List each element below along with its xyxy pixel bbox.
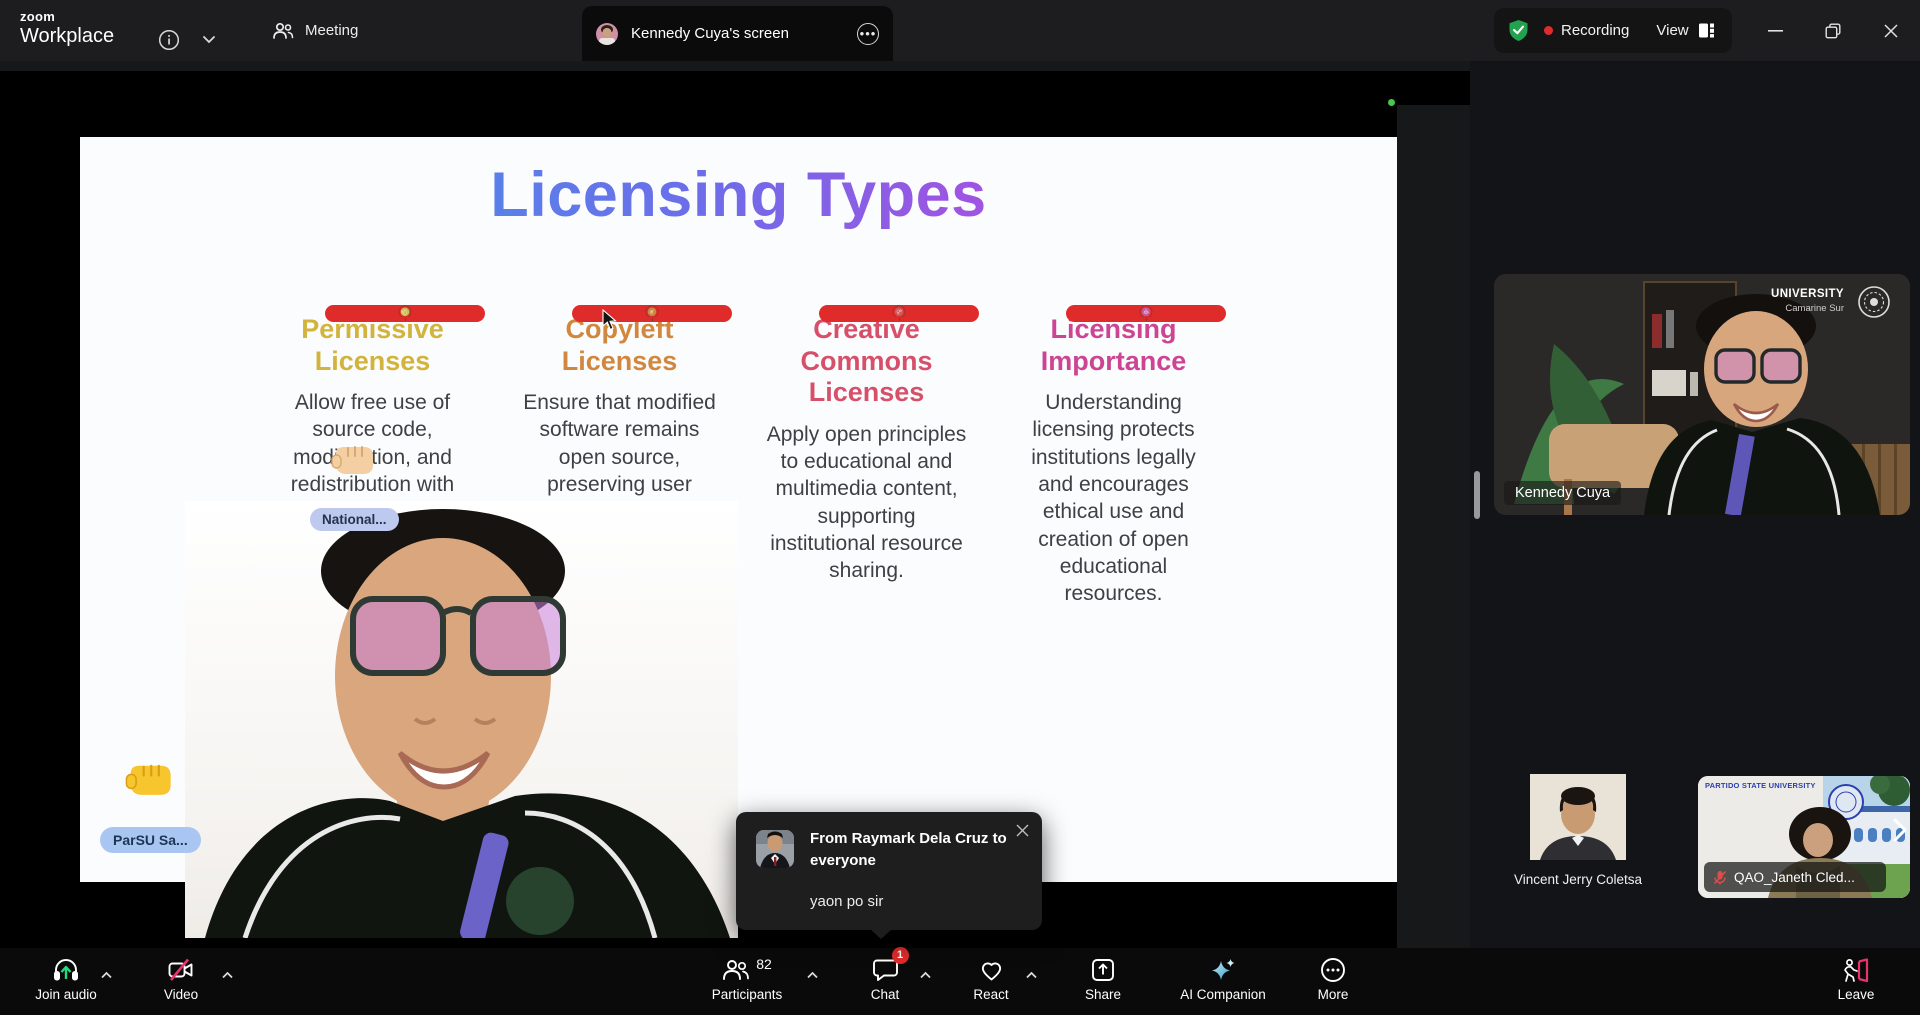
reaction-name-pill: ParSU Sa... (100, 827, 201, 853)
slide-column-permissive: Permissive Licenses Allow free use of so… (270, 312, 475, 526)
video-tile-vincent[interactable]: Vincent Jerry Coletsa (1488, 774, 1668, 887)
more-label: More (1318, 987, 1349, 1002)
share-screen-icon (1090, 954, 1116, 986)
react-caret-icon[interactable] (1025, 966, 1038, 984)
leave-label: Leave (1838, 987, 1875, 1002)
column-header: Licensing Importance (1011, 314, 1216, 377)
presenter-webcam-video[interactable] (185, 501, 738, 938)
mouse-cursor-icon (601, 309, 617, 336)
headphones-icon (52, 954, 80, 986)
video-label: Video (164, 987, 198, 1002)
video-banner-line1: UNIVERSITY (1771, 288, 1844, 300)
window-minimize-button[interactable] (1760, 16, 1790, 46)
tab-meeting-label: Meeting (305, 22, 358, 39)
participant-name-label: QAO_Janeth Cled... (1734, 870, 1855, 885)
chevron-down-icon[interactable] (200, 32, 218, 46)
chat-popup-title: From Raymark Dela Cruz to everyone (810, 828, 1022, 872)
share-label: Share (1085, 987, 1121, 1002)
participants-button[interactable]: 82 Participants (682, 954, 812, 1002)
tab-options-ellipsis-icon[interactable]: ••• (857, 23, 879, 45)
video-banner-text: PARTIDO STATE UNIVERSITY (1705, 781, 1816, 790)
mic-muted-icon (1713, 870, 1727, 885)
target-icon (572, 305, 732, 322)
recording-label: Recording (1561, 22, 1629, 39)
fist-reaction-icon (124, 755, 172, 801)
next-participants-chevron-icon[interactable] (1892, 817, 1908, 848)
fist-reaction-icon (330, 437, 374, 480)
video-caret-icon[interactable] (221, 966, 234, 984)
scales-icon (1066, 305, 1226, 322)
ai-companion-label: AI Companion (1180, 987, 1266, 1002)
chat-popup-message: yaon po sir (810, 893, 883, 910)
join-audio-label: Join audio (35, 987, 97, 1002)
column-header: Creative Commons Licenses (764, 314, 969, 409)
chat-unread-badge: 1 (892, 947, 909, 964)
participants-caret-icon[interactable] (806, 966, 819, 984)
column-body: Understanding licensing protects institu… (1011, 389, 1216, 607)
meeting-info-icon[interactable] (156, 27, 182, 53)
participants-count: 82 (756, 956, 772, 972)
avatar (1530, 847, 1626, 864)
close-icon[interactable] (1013, 821, 1031, 839)
avatar (596, 23, 618, 45)
ai-sparkle-icon (1209, 954, 1237, 986)
video-tile-qao-janeth[interactable]: PARTIDO STATE UNIVERSITY QAO_Janeth Cled… (1698, 776, 1910, 898)
chat-label: Chat (871, 987, 900, 1002)
chat-popup-pointer (870, 929, 892, 939)
share-button[interactable]: Share (1038, 954, 1168, 1002)
window-close-button[interactable] (1876, 16, 1906, 46)
column-body: Apply open principles to educational and… (764, 421, 969, 585)
slide-column-creative-commons: Creative Commons Licenses Apply open pri… (764, 312, 969, 585)
chat-bubble-icon: 1 (872, 954, 899, 986)
share-status-dot-icon (1388, 99, 1395, 106)
tab-kennedy-cuyas-screen[interactable]: Kennedy Cuya's screen ••• (582, 6, 893, 61)
participants-icon: 82 (722, 954, 772, 986)
video-banner-line2: Camarine Sur (1785, 303, 1844, 314)
video-tile-kennedy-cuya[interactable]: UNIVERSITY Camarine Sur Kennedy Cuya (1494, 274, 1910, 515)
participant-name-bar: QAO_Janeth Cled... (1704, 862, 1886, 892)
logo-zoom: zoom (20, 9, 114, 24)
window-restore-button[interactable] (1818, 16, 1848, 46)
window-tab-bar: zoom Workplace Meeting Kennedy Cuya's sc… (0, 0, 1920, 61)
lightbulb-icon (819, 305, 979, 322)
participant-name-label: Vincent Jerry Coletsa (1488, 872, 1668, 887)
logo-workplace: Workplace (20, 25, 114, 48)
university-seal-icon (1856, 284, 1892, 325)
participant-name-label: Kennedy Cuya (1504, 481, 1621, 505)
share-letterbox (0, 71, 1470, 105)
security-shield-icon[interactable] (1508, 19, 1529, 42)
view-layout-icon[interactable] (1698, 22, 1715, 39)
column-header: Copyleft Licenses (517, 314, 722, 377)
meeting-toolbar: Join audio Video 82 Participants 1 Chat (0, 948, 1920, 1015)
tab-active-label: Kennedy Cuya's screen (631, 25, 857, 42)
participants-video-sidebar: UNIVERSITY Camarine Sur Kennedy Cuya Vin… (1470, 61, 1920, 948)
column-header: Permissive Licenses (270, 314, 475, 377)
view-button[interactable]: View (1656, 22, 1688, 39)
video-off-icon (167, 954, 195, 986)
reaction-name-pill: National... (310, 508, 399, 531)
tab-meeting[interactable]: Meeting (258, 0, 372, 61)
sidebar-scrollbar[interactable] (1474, 471, 1480, 519)
people-icon (272, 22, 294, 40)
join-audio-caret-icon[interactable] (100, 966, 113, 984)
recording-indicator: Recording View (1494, 8, 1732, 53)
chat-notification-popup[interactable]: From Raymark Dela Cruz to everyone yaon … (736, 812, 1042, 930)
react-label: React (973, 987, 1008, 1002)
leave-door-icon (1841, 954, 1871, 986)
hand-icon (325, 305, 485, 322)
heart-icon (978, 954, 1005, 986)
leave-button[interactable]: Leave (1791, 954, 1920, 1002)
avatar (756, 830, 794, 868)
participants-label: Participants (712, 987, 783, 1002)
slide-column-copyleft: Copyleft Licenses Ensure that modified s… (517, 312, 722, 526)
presenter-portrait (185, 501, 738, 938)
slide-title: Licensing Types (80, 159, 1397, 231)
more-button[interactable]: More (1268, 954, 1398, 1002)
ellipsis-icon (1320, 954, 1346, 986)
slide-column-licensing-importance: Licensing Importance Understanding licen… (1011, 312, 1216, 608)
video-frame (1494, 274, 1910, 515)
recording-dot-icon (1544, 26, 1553, 35)
screen-share-stage: Licensing Types Permissive Licenses Allo… (0, 61, 1470, 948)
zoom-workplace-logo: zoom Workplace (20, 9, 114, 48)
